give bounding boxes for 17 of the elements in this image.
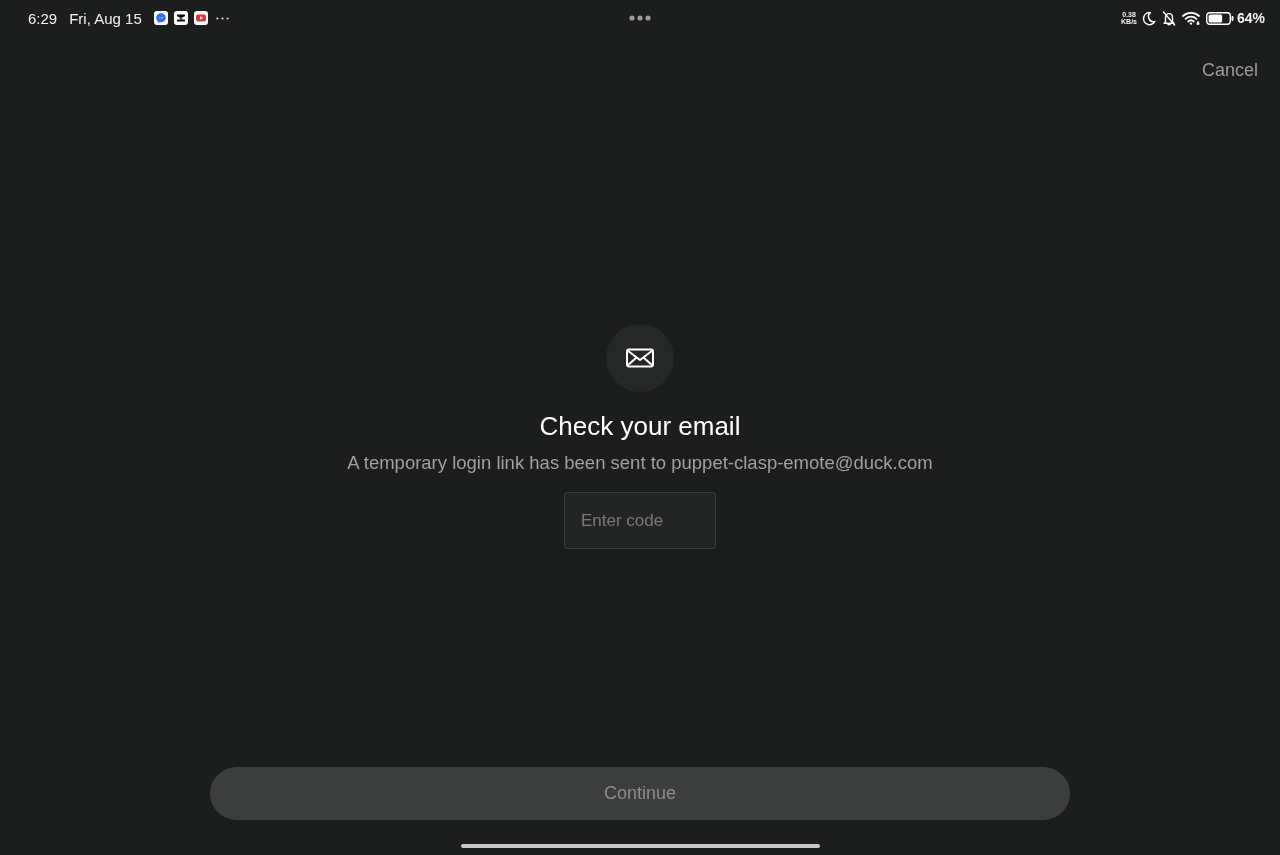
code-input-field[interactable]: Enter code <box>564 492 716 549</box>
battery-percent: 64% <box>1236 10 1265 26</box>
multitask-dots-icon[interactable] <box>629 15 651 21</box>
video-play-icon <box>193 11 208 25</box>
page-title: Check your email <box>539 410 741 442</box>
cancel-button[interactable]: Cancel <box>1201 58 1258 82</box>
bell-off-icon <box>1161 10 1176 26</box>
status-date: Fri, Aug 15 <box>69 9 142 27</box>
chat-bubble-icon <box>153 11 168 25</box>
more-notifications-icon <box>215 16 229 20</box>
battery-icon <box>1205 11 1234 25</box>
wifi-icon <box>1181 11 1201 25</box>
moon-icon <box>1141 10 1156 26</box>
status-time: 6:29 <box>28 9 58 27</box>
envelope-icon <box>606 324 674 392</box>
app-logo-icon <box>173 11 188 25</box>
sent-message: A temporary login link has been sent to puppet-clasp-emote@duck.com <box>347 452 933 474</box>
